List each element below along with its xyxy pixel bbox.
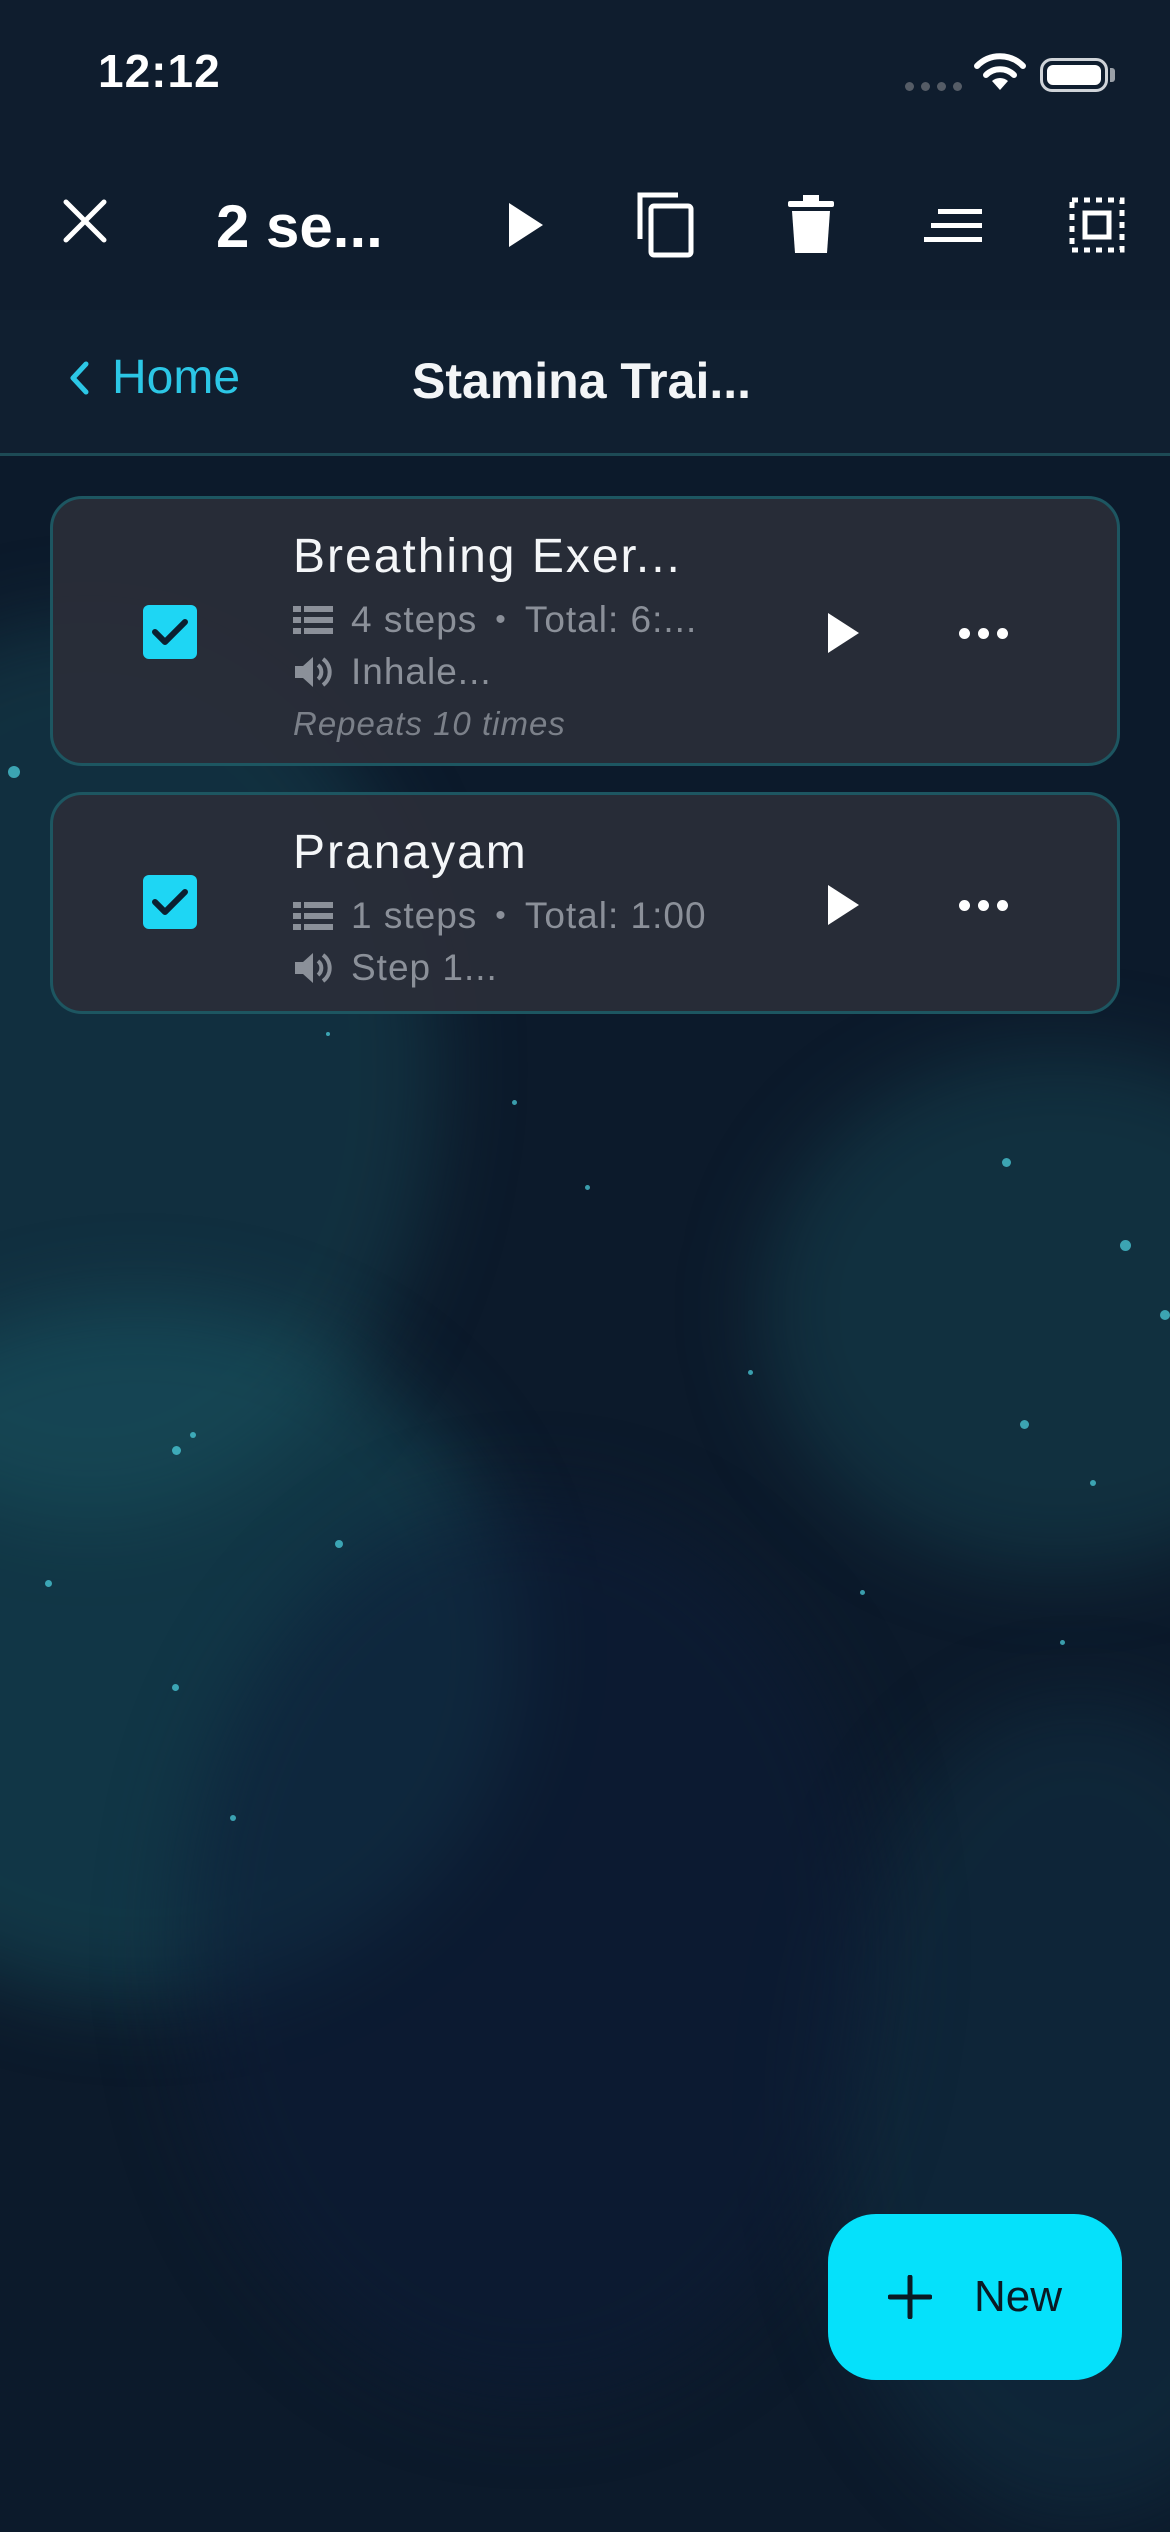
session-meta: 4 steps • Total: 6:...	[293, 599, 697, 641]
select-checkbox[interactable]	[143, 875, 197, 929]
select-all-icon	[1069, 197, 1125, 253]
sort-icon	[924, 209, 982, 242]
more-icon	[958, 627, 970, 639]
close-icon	[63, 199, 107, 243]
play-icon	[828, 613, 859, 653]
audio-meta: Inhale...	[293, 651, 492, 693]
play-session-button[interactable]	[813, 875, 873, 935]
audio-label: Step 1...	[351, 947, 498, 988]
list-icon	[293, 606, 333, 634]
total-duration: Total: 6:...	[524, 599, 698, 640]
play-session-button[interactable]	[813, 603, 873, 663]
speaker-icon	[295, 657, 332, 687]
audio-meta: Step 1...	[293, 947, 498, 989]
total-duration: Total: 1:00	[524, 895, 707, 936]
back-home-link[interactable]: Home	[68, 350, 240, 405]
check-icon	[152, 619, 188, 645]
battery-icon	[1040, 58, 1108, 92]
page-title: Stamina Trai...	[412, 353, 752, 409]
copy-icon	[637, 192, 694, 258]
session-title: Breathing Exer...	[293, 530, 682, 583]
chevron-left-icon	[70, 361, 89, 394]
close-selection-button[interactable]	[50, 186, 120, 256]
delete-icon	[788, 195, 834, 253]
audio-label: Inhale...	[351, 651, 492, 692]
status-bar: 12:12	[0, 0, 1170, 150]
copy-selected-button[interactable]	[630, 186, 700, 262]
selection-toolbar	[0, 150, 1170, 310]
more-icon	[958, 899, 970, 911]
session-title: Pranayam	[293, 826, 528, 879]
select-all-button[interactable]	[1062, 190, 1132, 260]
battery-tip	[1110, 68, 1115, 82]
session-meta: 1 steps • Total: 1:00	[293, 895, 707, 937]
selection-count-title: 2 se...	[216, 193, 383, 260]
plus-icon	[887, 2275, 932, 2319]
back-label: Home	[112, 351, 241, 404]
more-options-button[interactable]	[948, 875, 1018, 935]
session-card[interactable]: Breathing Exer... 4 steps • Total: 6:...…	[50, 496, 1120, 766]
steps-count: 1 steps	[351, 895, 478, 936]
new-button-label: New	[973, 2272, 1063, 2321]
more-options-button[interactable]	[948, 603, 1018, 663]
session-card[interactable]: Pranayam 1 steps • Total: 1:00 Step 1...	[50, 792, 1120, 1014]
delete-selected-button[interactable]	[776, 190, 846, 260]
speaker-icon	[295, 953, 332, 983]
wifi-icon	[974, 53, 1026, 90]
list-icon	[293, 902, 333, 930]
repeat-info: Repeats 10 times	[293, 705, 566, 742]
play-selected-button[interactable]	[495, 190, 555, 260]
check-icon	[152, 889, 188, 915]
select-checkbox[interactable]	[143, 605, 197, 659]
separator-dot: •	[495, 603, 507, 636]
new-session-button[interactable]: New	[828, 2214, 1122, 2380]
status-time: 12:12	[98, 45, 221, 97]
sort-button[interactable]	[918, 196, 988, 256]
separator-dot: •	[495, 899, 507, 932]
cellular-signal-icon	[905, 82, 962, 91]
steps-count: 4 steps	[351, 599, 478, 640]
play-icon	[509, 203, 543, 247]
play-icon	[828, 885, 859, 925]
